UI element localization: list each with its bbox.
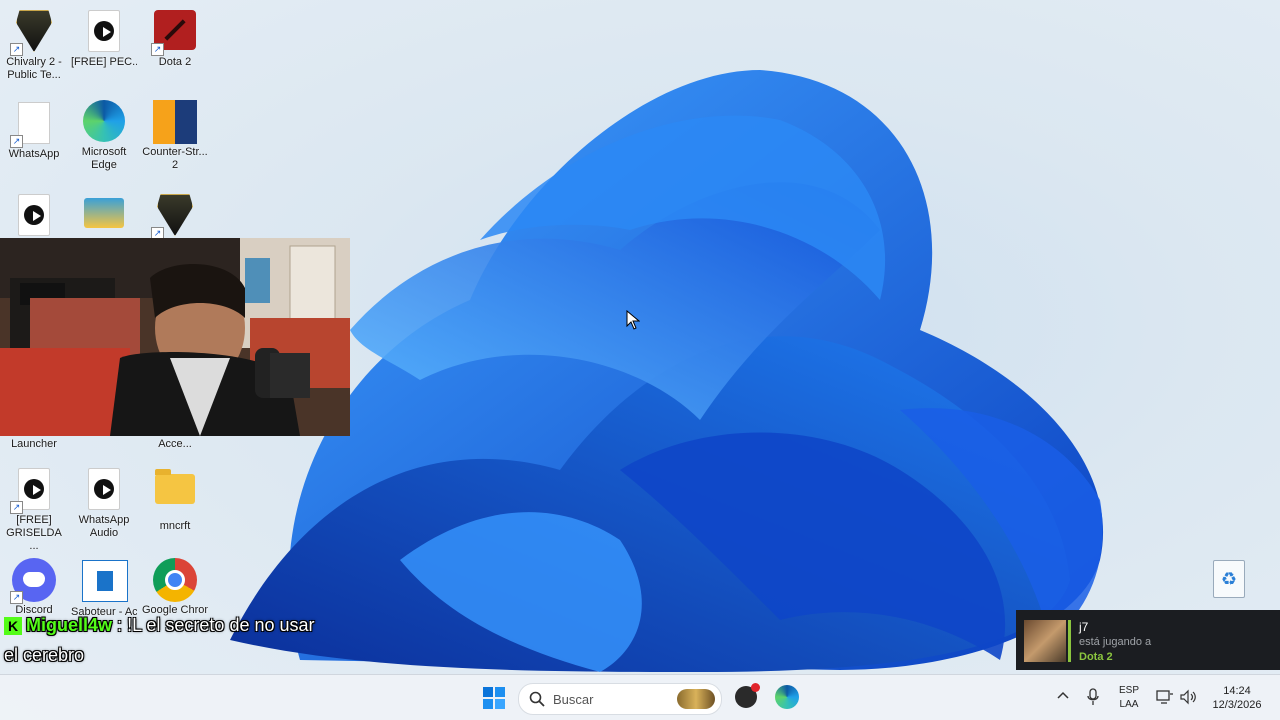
saboteur-icon <box>82 560 128 602</box>
keyboard-layout: LAA <box>1119 699 1139 710</box>
kick-badge-icon: K <box>4 617 22 636</box>
friend-status-text: está jugando a <box>1079 636 1152 648</box>
taskbar-app-obs[interactable] <box>735 683 760 710</box>
friend-name: j7 <box>1079 620 1089 634</box>
desktop-icon-free-griselda[interactable]: ↗ [FREE] GRISELDA ... <box>1 466 67 553</box>
search-icon <box>529 691 545 707</box>
counter-strike-icon <box>153 100 197 144</box>
steam-friend-notification[interactable]: j7 está jugando a Dota 2 <box>1016 610 1280 670</box>
desktop-icon-label: Launcher <box>11 438 57 450</box>
speaker-icon <box>1180 689 1196 705</box>
desktop-icon-label: Microsoft Edge <box>81 146 127 171</box>
desktop-icon-access[interactable]: Acce... <box>142 436 208 451</box>
recycle-bin-icon: ♻ <box>1213 560 1245 598</box>
desktop-icon-label: mncrft <box>159 520 191 532</box>
desktop-icon-shield-3[interactable]: ↗ <box>142 192 208 240</box>
chat-message-text: !L el secreto de no usar <box>127 615 315 635</box>
desktop-icon-label: WhatsApp Audio <box>78 514 130 539</box>
desktop-icon-mncrft[interactable]: mncrft <box>142 466 208 533</box>
chat-separator: : <box>117 615 123 635</box>
taskbar: Buscar ESP LAA 14:24 12/3/2026 <box>0 674 1280 720</box>
desktop-icon-label: WhatsApp <box>8 148 60 160</box>
windows-logo-icon <box>483 687 505 709</box>
desktop-icon-media-3[interactable] <box>1 192 67 238</box>
clock-date: 12/3/2026 <box>1212 699 1262 711</box>
webcam-overlay <box>0 238 350 436</box>
chat-message-continuation: el cerebro <box>4 645 85 665</box>
desktop[interactable]: ↗ Chivalry 2 - Public Te... [FREE] PEC..… <box>0 0 1280 720</box>
language-code: ESP <box>1118 685 1139 696</box>
input-language-indicator[interactable]: ESP LAA <box>1112 684 1146 712</box>
clock-time: 14:24 <box>1223 685 1251 697</box>
obs-icon <box>735 683 760 708</box>
media-file-icon <box>18 194 50 236</box>
recycle-bin[interactable]: ♻ <box>1206 556 1252 602</box>
desktop-icon-discord[interactable]: ↗ Discord <box>1 558 67 617</box>
desktop-icon-microsoft-edge[interactable]: Microsoft Edge <box>71 100 137 172</box>
search-placeholder: Buscar <box>553 692 594 707</box>
chevron-up-icon <box>1057 691 1069 699</box>
edge-icon <box>83 100 125 142</box>
taskbar-app-edge[interactable] <box>775 685 801 711</box>
desktop-icon-counter-strike-2[interactable]: Counter-Str... 2 <box>142 100 208 172</box>
desktop-icon-label: [FREE] GRISELDA ... <box>6 514 62 552</box>
chrome-icon <box>153 558 197 602</box>
network-icon <box>1156 690 1173 704</box>
volume-tray-button[interactable] <box>1180 689 1198 705</box>
microphone-tray-button[interactable] <box>1086 688 1102 706</box>
desktop-icon-label: Chivalry 2 - Public Te... <box>6 56 62 81</box>
desktop-icon-launcher[interactable]: Launcher <box>1 436 67 451</box>
desktop-icon-launcher-img[interactable] <box>71 192 137 242</box>
network-tray-button[interactable] <box>1156 689 1174 705</box>
taskbar-search-box[interactable]: Buscar <box>518 683 722 715</box>
chat-username: Miguell4w <box>26 615 113 635</box>
desktop-icon-chivalry-2[interactable]: ↗ Chivalry 2 - Public Te... <box>1 8 67 82</box>
media-file-icon <box>88 468 120 510</box>
start-button[interactable] <box>482 686 506 710</box>
launcher-icon <box>84 198 124 228</box>
desktop-icon-free-pec[interactable]: [FREE] PEC... <box>71 8 137 69</box>
show-hidden-icons-button[interactable] <box>1056 689 1072 705</box>
friend-avatar <box>1024 620 1066 662</box>
folder-icon <box>155 469 195 504</box>
desktop-icon-label: Dota 2 <box>158 56 192 68</box>
friend-game-name: Dota 2 <box>1079 651 1113 663</box>
desktop-icon-whatsapp-audio[interactable]: WhatsApp Audio <box>71 466 137 540</box>
desktop-icon-label: Acce... <box>158 438 192 450</box>
desktop-icon-whatsapp[interactable]: ↗ WhatsApp <box>1 100 67 161</box>
desktop-icon-label: [FREE] PEC... <box>71 56 137 68</box>
edge-icon <box>775 685 799 709</box>
mouse-cursor <box>626 310 640 330</box>
chat-message-line: K Miguell4w : !L el secreto de no usar <box>4 610 364 640</box>
desktop-icon-label: Counter-Str... 2 <box>142 146 208 171</box>
desktop-icon-dota-2[interactable]: ↗ Dota 2 <box>142 8 208 69</box>
search-highlight-icon <box>677 689 715 709</box>
media-file-icon <box>88 10 120 52</box>
status-bar <box>1068 620 1071 662</box>
desktop-icon-google-chrome[interactable]: Google Chrome <box>142 558 208 617</box>
clock[interactable]: 14:24 12/3/2026 <box>1204 684 1270 712</box>
microphone-icon <box>1087 688 1099 705</box>
stream-chat-overlay: K Miguell4w : !L el secreto de no usar el… <box>4 610 364 670</box>
